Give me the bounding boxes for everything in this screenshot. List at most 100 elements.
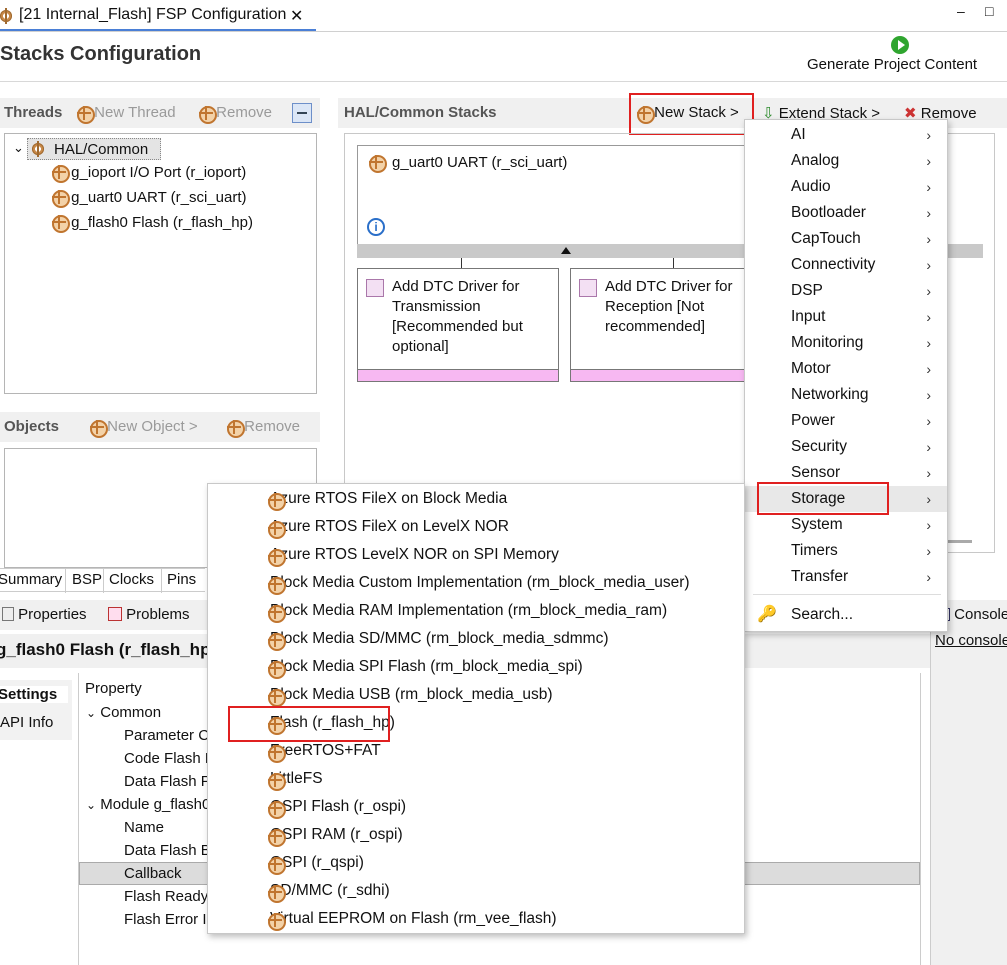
properties-title: g_flash0 Flash (r_flash_hp) — [0, 640, 217, 659]
editor-tab-title: [21 Internal_Flash] FSP Configuration — [19, 6, 287, 23]
info-icon[interactable]: i — [367, 218, 385, 236]
menu-item-transfer[interactable]: Transfer › — [745, 564, 947, 590]
page-title: Stacks Configuration — [0, 43, 202, 65]
module-icon — [267, 548, 286, 567]
remove-object-icon — [226, 419, 245, 438]
view-tabs: Properties Problems — [0, 600, 210, 630]
submenu-item[interactable]: SD/MMC (r_sdhi) — [208, 878, 744, 904]
new-thread-button[interactable]: New Thread — [76, 104, 176, 124]
connector — [673, 258, 674, 268]
collapse-all-icon[interactable] — [292, 103, 312, 123]
console-text: No console — [935, 632, 1007, 649]
menu-item-connectivity[interactable]: Connectivity › — [745, 252, 947, 278]
tree-item-ioport[interactable]: g_ioport I/O Port (r_ioport) — [51, 164, 247, 183]
menu-separator — [753, 594, 941, 595]
submenu-item[interactable]: QSPI (r_qspi) — [208, 850, 744, 876]
new-object-label: New Object > — [107, 418, 198, 435]
submenu-item[interactable]: Azure RTOS FileX on LevelX NOR — [208, 514, 744, 540]
remove-thread-icon — [198, 105, 217, 124]
module-icon — [267, 744, 286, 763]
maximize-icon[interactable]: □ — [985, 3, 993, 19]
new-object-icon — [89, 419, 108, 438]
tab-problems[interactable]: Problems — [108, 606, 190, 623]
menu-item-security[interactable]: Security › — [745, 434, 947, 460]
hal-icon — [30, 141, 46, 157]
menu-item-search[interactable]: 🔑 Search... — [745, 602, 947, 628]
config-gear-icon — [0, 8, 14, 24]
menu-item-ai[interactable]: AI › — [745, 122, 947, 148]
new-thread-label: New Thread — [94, 104, 176, 121]
submenu-item[interactable]: Block Media Custom Implementation (rm_bl… — [208, 570, 744, 596]
submenu-item[interactable]: Block Media RAM Implementation (rm_block… — [208, 598, 744, 624]
threads-title: Threads — [4, 104, 63, 121]
menu-item-timers[interactable]: Timers › — [745, 538, 947, 564]
tab-summary[interactable]: Summary — [0, 571, 62, 588]
tree-root[interactable]: HAL/Common — [27, 138, 161, 160]
menu-item-audio[interactable]: Audio › — [745, 174, 947, 200]
menu-item-monitoring[interactable]: Monitoring › — [745, 330, 947, 356]
uart-module-block[interactable]: g_uart0 UART (r_sci_uart) i — [357, 145, 757, 245]
tab-bsp[interactable]: BSP — [72, 571, 102, 588]
tab-clocks[interactable]: Clocks — [109, 571, 154, 588]
menu-item-motor[interactable]: Motor › — [745, 356, 947, 382]
property-label: Common — [100, 704, 162, 721]
editor-tab[interactable]: [21 Internal_Flash] FSP Configuration ✕ — [0, 0, 316, 31]
tab-divider — [0, 31, 1007, 32]
module-icon — [267, 520, 286, 539]
connector — [461, 258, 462, 268]
submenu-item[interactable]: Virtual EEPROM on Flash (rm_vee_flash) — [208, 906, 744, 932]
submenu-item[interactable]: Block Media USB (rm_block_media_usb) — [208, 682, 744, 708]
menu-item-captouch[interactable]: CapTouch › — [745, 226, 947, 252]
close-icon[interactable]: ✕ — [290, 6, 303, 26]
header-divider — [0, 81, 1007, 82]
tab-pins[interactable]: Pins — [167, 571, 196, 588]
menu-item-bootloader[interactable]: Bootloader › — [745, 200, 947, 226]
submenu-item[interactable]: Block Media SPI Flash (rm_block_media_sp… — [208, 654, 744, 680]
module-icon — [267, 884, 286, 903]
submenu-item[interactable]: LittleFS — [208, 766, 744, 792]
remove-thread-label: Remove — [216, 104, 273, 121]
module-icon — [51, 189, 70, 208]
menu-item-analog[interactable]: Analog › — [745, 148, 947, 174]
menu-item-power[interactable]: Power › — [745, 408, 947, 434]
console-label: Console — [954, 606, 1007, 623]
tab-properties[interactable]: Properties — [2, 606, 87, 623]
problems-label: Problems — [126, 606, 190, 623]
tree-item-label: g_uart0 UART (r_sci_uart) — [71, 189, 247, 206]
submenu-item[interactable]: Azure RTOS LevelX NOR on SPI Memory — [208, 542, 744, 568]
submenu-item[interactable]: OSPI RAM (r_ospi) — [208, 822, 744, 848]
tab-api-info[interactable]: API Info — [0, 714, 53, 731]
remove-thread-button[interactable]: Remove — [198, 104, 273, 124]
menu-item-input[interactable]: Input › — [745, 304, 947, 330]
problems-icon — [108, 607, 122, 621]
chevron-down-icon[interactable]: ⌄ — [13, 140, 24, 156]
menu-item-networking[interactable]: Networking › — [745, 382, 947, 408]
submenu-item[interactable]: Azure RTOS FileX on Block Media — [208, 486, 744, 512]
module-icon — [267, 604, 286, 623]
collapse-arrow-icon[interactable] — [561, 247, 571, 254]
menu-item-system[interactable]: System › — [745, 512, 947, 538]
config-tabs: Summary BSP Clocks Pins — [0, 568, 205, 593]
tree-item-label: g_ioport I/O Port (r_ioport) — [71, 164, 247, 181]
module-icon — [267, 800, 286, 819]
dtc-tx-bar — [358, 369, 558, 381]
generate-label: Generate Project Content — [807, 56, 978, 73]
minimize-icon[interactable]: – — [957, 3, 965, 19]
dtc-tx-block[interactable]: Add DTC Driver for Transmission [Recomme… — [357, 268, 559, 382]
dtc-rx-block[interactable]: Add DTC Driver for Reception [Not recomm… — [570, 268, 750, 382]
add-driver-icon — [579, 279, 597, 297]
submenu-item[interactable]: Block Media SD/MMC (rm_block_media_sdmmc… — [208, 626, 744, 652]
new-object-button[interactable]: New Object > — [89, 418, 198, 438]
objects-title: Objects — [4, 418, 60, 435]
submenu-item[interactable]: OSPI Flash (r_ospi) — [208, 794, 744, 820]
tab-settings[interactable]: Settings — [0, 686, 68, 703]
new-stack-highlight — [629, 93, 754, 135]
generate-button[interactable]: Generate Project Content — [800, 34, 1000, 76]
tree-item-label: g_flash0 Flash (r_flash_hp) — [71, 214, 253, 231]
objects-header: Objects New Object > Remove — [0, 412, 320, 442]
menu-item-dsp[interactable]: DSP › — [745, 278, 947, 304]
remove-object-button[interactable]: Remove — [226, 418, 300, 438]
tree-item-uart[interactable]: g_uart0 UART (r_sci_uart) — [51, 189, 247, 208]
tree-item-flash[interactable]: g_flash0 Flash (r_flash_hp) — [51, 214, 253, 233]
new-thread-icon — [76, 105, 95, 124]
